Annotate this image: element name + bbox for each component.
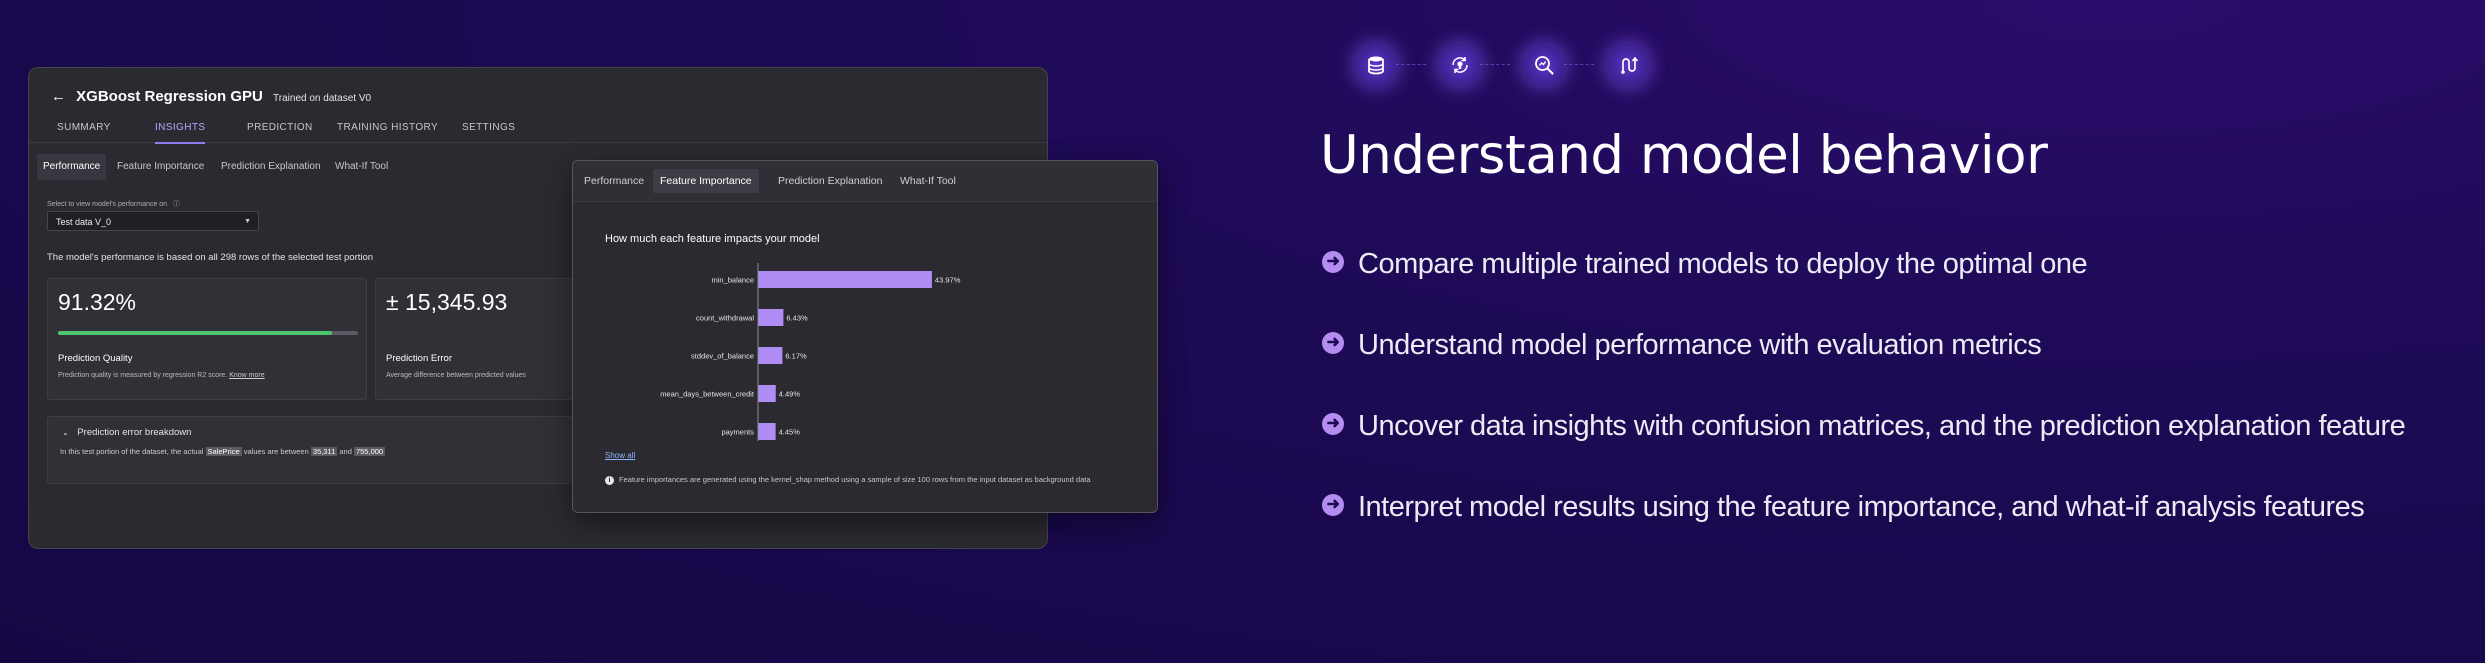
panel-tab-feature-importance[interactable]: Feature Importance xyxy=(653,169,759,193)
panel-tab-prediction-explanation[interactable]: Prediction Explanation xyxy=(771,169,889,193)
bar xyxy=(758,271,932,288)
info-icon: i xyxy=(605,476,614,485)
prediction-quality-label: Prediction Quality xyxy=(58,353,133,364)
data-label: 4.45% xyxy=(779,428,801,437)
info-icon: ⓘ xyxy=(172,201,180,208)
dataset-select-value: Test data V_0 xyxy=(56,217,112,227)
tick-label: payments xyxy=(721,428,754,437)
tick-label: mean_days_between_credit xyxy=(660,390,755,399)
tab-training-history[interactable]: TRAINING HISTORY xyxy=(337,114,438,142)
bar xyxy=(758,347,783,364)
breakdown-text: In this test portion of the dataset, the… xyxy=(60,447,386,456)
headline: Understand model behavior xyxy=(1320,125,2048,186)
tab-prediction[interactable]: PREDICTION xyxy=(247,114,313,142)
bar xyxy=(758,385,776,402)
feature-importance-panel: Performance Feature Importance Predictio… xyxy=(572,160,1158,513)
column-highlight: SalePrice xyxy=(205,447,242,456)
refresh-bulb-icon xyxy=(1440,45,1480,85)
benefit-item: ➜ Interpret model results using the featu… xyxy=(1320,483,2440,532)
arrow-circle-icon: ➜ xyxy=(1322,494,1344,517)
tab-settings[interactable]: SETTINGS xyxy=(462,114,515,142)
panel-tab-what-if-tool[interactable]: What-If Tool xyxy=(893,169,963,193)
breakdown-title: Prediction error breakdown xyxy=(77,427,192,438)
model-title-bar: ← XGBoost Regression GPU Trained on data… xyxy=(51,88,371,105)
dataset-select-label: Select to view model's performance on ⓘ xyxy=(47,201,180,208)
chevron-down-icon: ⌄ xyxy=(62,428,69,437)
tick-label: stddev_of_balance xyxy=(691,352,754,361)
caret-down-icon: ▼ xyxy=(244,218,251,225)
dashed-connector xyxy=(1564,64,1594,65)
arrow-circle-icon: ➜ xyxy=(1322,413,1344,436)
subtab-performance[interactable]: Performance xyxy=(37,154,107,180)
model-subtitle: Trained on dataset V0 xyxy=(273,93,372,104)
benefit-list: ➜ Compare multiple trained models to depl… xyxy=(1320,240,2440,564)
chart-heading: How much each feature impacts your model xyxy=(605,233,820,245)
panel-tab-performance[interactable]: Performance xyxy=(577,169,651,193)
know-more-link[interactable]: Know more xyxy=(229,372,264,379)
tick-label: min_balance xyxy=(711,276,754,285)
bar xyxy=(758,423,776,440)
prediction-error-desc: Average difference between predicted val… xyxy=(386,372,526,379)
dashed-connector xyxy=(1480,64,1510,65)
dataset-select[interactable]: Test data V_0 ▼ xyxy=(47,211,259,231)
database-icon xyxy=(1356,45,1396,85)
prediction-quality-desc: Prediction quality is measured by regres… xyxy=(58,372,265,379)
subtab-prediction-explanation[interactable]: Prediction Explanation xyxy=(215,154,327,180)
panel-tab-bar: Performance Feature Importance Predictio… xyxy=(573,161,1157,202)
prediction-error-breakdown: ⌄ Prediction error breakdown In this tes… xyxy=(47,416,609,484)
tab-insights[interactable]: INSIGHTS xyxy=(155,114,206,144)
back-arrow-icon[interactable]: ← xyxy=(51,88,66,105)
prediction-quality-value: 91.32% xyxy=(58,289,137,315)
performance-note: The model's performance is based on all … xyxy=(47,252,374,263)
subtab-feature-importance[interactable]: Feature Importance xyxy=(111,154,210,180)
data-label: 6.17% xyxy=(785,352,807,361)
show-all-link[interactable]: Show all xyxy=(605,451,635,460)
low-value-highlight: 35,311 xyxy=(310,447,338,456)
benefit-item: ➜ Understand model performance with evalu… xyxy=(1320,321,2440,370)
benefit-item: ➜ Compare multiple trained models to depl… xyxy=(1320,240,2440,289)
prediction-quality-card: 91.32% Prediction Quality Prediction qua… xyxy=(47,278,367,400)
data-label: 4.49% xyxy=(779,390,801,399)
search-analytics-icon xyxy=(1524,45,1564,85)
tick-label: count_withdrawal xyxy=(696,314,754,323)
benefit-item: ➜ Uncover data insights with confusion ma… xyxy=(1320,402,2440,451)
prediction-error-label: Prediction Error xyxy=(386,353,452,364)
model-title: XGBoost Regression GPU xyxy=(76,88,263,105)
dashed-connector xyxy=(1396,64,1426,65)
feature-icons-row xyxy=(1336,38,1648,92)
subtab-what-if-tool[interactable]: What-If Tool xyxy=(329,154,394,180)
quality-progress-fill xyxy=(58,331,332,335)
feature-importance-note: i Feature importances are generated using… xyxy=(605,475,1091,485)
bar xyxy=(758,309,784,326)
arrow-circle-icon: ➜ xyxy=(1322,251,1344,274)
feature-importance-chart: min_balance 43.97% count_withdrawal 6.43% st… xyxy=(660,263,961,441)
breakdown-toggle[interactable]: ⌄ Prediction error breakdown xyxy=(62,427,191,438)
arrow-circle-icon: ➜ xyxy=(1322,332,1344,355)
prediction-error-value: ± 15,345.93 xyxy=(386,289,508,315)
tab-summary[interactable]: SUMMARY xyxy=(57,114,111,142)
top-tab-bar: SUMMARY INSIGHTS PREDICTION TRAINING HIS… xyxy=(29,114,1047,144)
quality-progress-bar xyxy=(58,331,358,335)
data-label: 6.43% xyxy=(786,314,808,323)
data-label: 43.97% xyxy=(935,276,961,285)
flow-icon xyxy=(1608,45,1648,85)
high-value-highlight: 755,000 xyxy=(353,447,386,456)
